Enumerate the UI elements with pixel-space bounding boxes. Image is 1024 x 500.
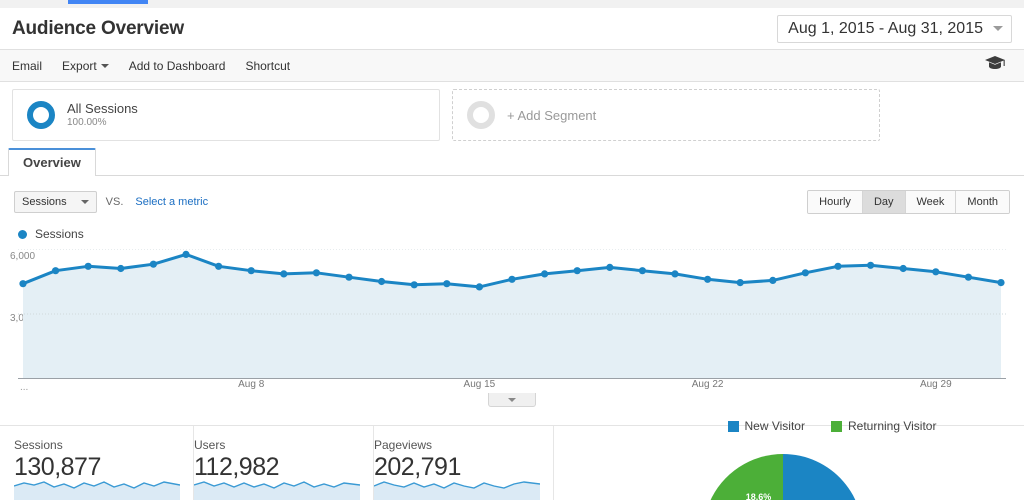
chevron-down-icon (80, 200, 89, 204)
x-axis-tick: Aug 29 (919, 379, 952, 390)
chevron-down-icon (508, 397, 516, 402)
shortcut-button[interactable]: Shortcut (235, 59, 300, 73)
select-a-metric-link[interactable]: Select a metric (135, 196, 208, 208)
title-bar: Audience Overview Aug 1, 2015 - Aug 31, … (0, 8, 1024, 50)
pie-legend-returning-visitor[interactable]: Returning Visitor (830, 419, 937, 433)
pie-chart-svg (710, 454, 856, 500)
line-chart-svg (18, 249, 1006, 379)
granularity-toggle-group: Hourly Day Week Month (807, 190, 1010, 214)
stat-card-users[interactable]: Users 112,982 (194, 426, 374, 500)
granularity-month[interactable]: Month (956, 191, 1009, 213)
active-tab-indicator (68, 0, 148, 4)
top-tab-strip (0, 0, 1024, 8)
add-segment-button[interactable]: + Add Segment (452, 89, 880, 141)
legend-label-new-visitor: New Visitor (744, 419, 805, 433)
stat-card-sessions[interactable]: Sessions 130,877 (14, 426, 194, 500)
metric-controls-row: Sessions VS. Select a metric Hourly Day … (0, 187, 1024, 217)
collapse-chart-button[interactable] (488, 393, 536, 407)
granularity-week[interactable]: Week (905, 191, 957, 213)
legend-label-sessions: Sessions (35, 227, 84, 241)
legend-swatch-new-visitor (727, 420, 739, 432)
segment-all-sessions[interactable]: All Sessions 100.00% (12, 89, 440, 141)
sparkline-sessions (14, 481, 180, 500)
email-label: Email (12, 58, 43, 73)
date-range-label: Aug 1, 2015 - Aug 31, 2015 (788, 19, 983, 37)
chart-panel: Sessions VS. Select a metric Hourly Day … (0, 177, 1024, 417)
export-label: Export (62, 58, 97, 73)
add-to-dashboard-label: Add to Dashboard (128, 58, 226, 73)
sparkline-pageviews (374, 481, 540, 500)
donut-icon (27, 101, 55, 129)
analytics-audience-overview-page: Audience Overview Aug 1, 2015 - Aug 31, … (0, 0, 1024, 500)
granularity-hourly[interactable]: Hourly (808, 191, 863, 213)
tab-bar: Overview (0, 148, 1024, 176)
visitor-pie-chart[interactable]: 18.6% (688, 439, 878, 500)
page-title: Audience Overview (12, 17, 184, 39)
legend-swatch-returning-visitor (830, 420, 842, 432)
granularity-day[interactable]: Day (862, 191, 906, 213)
legend-dot-sessions (18, 229, 27, 239)
pie-legend: New Visitor Returning Visitor (640, 415, 1024, 433)
tab-overview[interactable]: Overview (8, 148, 96, 176)
segment-percent: 100.00% (67, 117, 107, 128)
date-range-picker[interactable]: Aug 1, 2015 - Aug 31, 2015 (777, 14, 1012, 43)
stat-label: Sessions (14, 438, 63, 452)
segment-name: All Sessions (67, 101, 138, 116)
sessions-line-chart[interactable] (18, 249, 1006, 379)
stat-card-pageviews[interactable]: Pageviews 202,791 (374, 426, 554, 500)
shortcut-label: Shortcut (245, 58, 291, 73)
x-axis-tick: Aug 22 (691, 379, 724, 390)
export-button[interactable]: Export (52, 59, 119, 73)
legend-label-returning-visitor: Returning Visitor (847, 419, 937, 433)
stat-label: Pageviews (374, 438, 433, 452)
x-axis-tick: Aug 8 (238, 379, 265, 390)
stat-cards: Sessions 130,877 Users 112,982 Pageviews… (0, 426, 554, 500)
vs-label: VS. (105, 196, 124, 208)
segment-bar: All Sessions 100.00% + Add Segment (0, 82, 1024, 148)
add-segment-label: + Add Segment (507, 107, 597, 123)
chevron-down-icon (993, 26, 1003, 31)
chart-legend: Sessions (18, 227, 84, 241)
metric-select[interactable]: Sessions (14, 191, 97, 213)
email-button[interactable]: Email (0, 59, 52, 73)
action-toolbar: Email Export Add to Dashboard Shortcut (0, 50, 1024, 82)
stat-label: Users (194, 438, 226, 452)
pie-legend-new-visitor[interactable]: New Visitor (727, 419, 805, 433)
donut-empty-icon (467, 101, 495, 129)
add-to-dashboard-button[interactable]: Add to Dashboard (119, 59, 236, 73)
metric-select-label: Sessions (22, 196, 67, 208)
new-vs-returning-pie-section: New Visitor Returning Visitor 18.6% (640, 415, 1024, 500)
graduation-cap-icon[interactable] (984, 55, 1006, 76)
pie-slice-percent-label: 18.6% (745, 492, 772, 500)
chevron-down-icon (100, 63, 109, 68)
x-axis-tick: Aug 15 (463, 379, 496, 390)
sparkline-users (194, 481, 360, 500)
